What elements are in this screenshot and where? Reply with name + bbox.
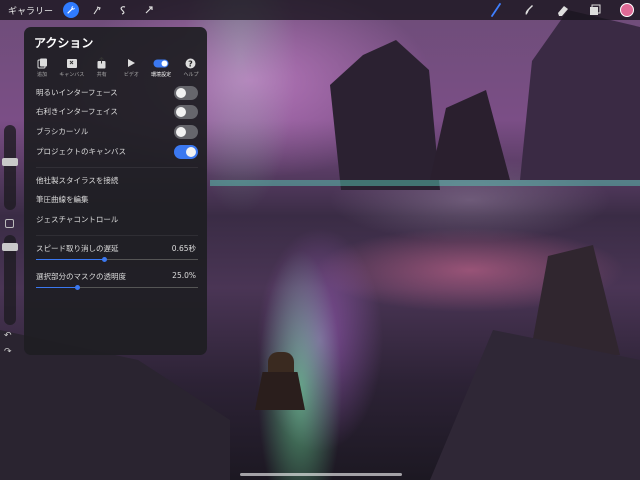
slider-value: 25.0%	[172, 271, 196, 280]
opacity-thumb[interactable]	[2, 243, 18, 251]
slider-knob[interactable]	[74, 285, 80, 290]
slider-fill	[36, 287, 77, 288]
right-hand-interface-toggle[interactable]	[174, 104, 198, 119]
add-icon	[37, 57, 48, 69]
eraser-icon[interactable]	[554, 2, 570, 18]
mask-opacity-setting: 選択部分のマスクの透明度 25.0%	[36, 271, 198, 293]
undo-delay-setting: スピード取り消しの遅延 0.65秒	[36, 243, 198, 265]
mask-opacity-slider[interactable]	[36, 285, 198, 290]
connect-stylus-link[interactable]: 他社製スタイラスを接続	[36, 171, 198, 190]
home-indicator[interactable]	[240, 473, 402, 476]
rock-formation	[330, 40, 440, 190]
gallery-button[interactable]: ギャラリー	[8, 4, 53, 17]
smudge-icon[interactable]	[521, 2, 537, 18]
brush-cursor-row[interactable]: ブラシカーソル	[36, 122, 198, 141]
row-label: ジェスチャコントロール	[36, 215, 119, 224]
tab-label: ヘルプ	[183, 72, 199, 78]
panel-title: アクション	[34, 36, 94, 50]
left-sidebar: ↶ ↷	[0, 115, 20, 357]
light-interface-toggle[interactable]	[174, 85, 198, 100]
tab-share[interactable]: 共有	[90, 57, 114, 78]
canvas-icon	[66, 57, 78, 69]
row-label: 右利きインターフェイス	[36, 107, 118, 116]
modify-button[interactable]	[5, 219, 14, 228]
actions-panel: アクション 追加 キャンバス 共有 ビデオ 環境設定 ? ヘルプ 明るいインター…	[24, 27, 207, 355]
transform-icon[interactable]	[141, 2, 157, 18]
tab-help[interactable]: ? ヘルプ	[179, 57, 203, 78]
brush-icon[interactable]	[488, 2, 504, 18]
tab-label: 共有	[96, 72, 107, 78]
actions-tabs: 追加 キャンバス 共有 ビデオ 環境設定 ? ヘルプ	[30, 57, 203, 78]
rock-formation	[430, 90, 510, 180]
top-toolbar: ギャラリー	[0, 0, 640, 20]
svg-text:?: ?	[189, 59, 194, 68]
brush-size-slider[interactable]	[2, 125, 18, 210]
row-label: 他社製スタイラスを接続	[36, 176, 119, 185]
layers-icon[interactable]	[587, 2, 603, 18]
project-canvas-row[interactable]: プロジェクトのキャンバス	[36, 142, 198, 161]
slider-fill	[36, 259, 105, 260]
selection-icon[interactable]	[115, 2, 131, 18]
adjustments-icon[interactable]	[89, 2, 105, 18]
mist-band	[210, 180, 640, 186]
tab-label: キャンバス	[59, 72, 85, 78]
slider-knob[interactable]	[102, 257, 108, 262]
tab-canvas[interactable]: キャンバス	[59, 57, 85, 78]
row-label: ブラシカーソル	[36, 127, 89, 136]
divider	[36, 167, 198, 168]
tab-video[interactable]: ビデオ	[119, 57, 143, 78]
rock-formation	[530, 245, 620, 355]
tab-preferences[interactable]: 環境設定	[149, 57, 173, 78]
redo-icon[interactable]: ↷	[4, 347, 12, 357]
divider	[36, 235, 198, 236]
wrench-icon[interactable]	[63, 2, 80, 18]
row-label: プロジェクトのキャンバス	[36, 147, 126, 156]
row-label: 選択部分のマスクの透明度	[36, 272, 126, 281]
brush-size-thumb[interactable]	[2, 158, 18, 166]
opacity-slider[interactable]	[2, 235, 18, 325]
color-swatch[interactable]	[620, 3, 634, 17]
tab-label: 環境設定	[151, 72, 172, 78]
undo-delay-slider[interactable]	[36, 257, 198, 262]
undo-icon[interactable]: ↶	[4, 331, 12, 341]
help-icon: ?	[185, 57, 196, 69]
row-label: スピード取り消しの遅延	[36, 244, 119, 253]
prefs-icon	[153, 57, 169, 69]
rock-formation	[520, 10, 640, 180]
slider-value: 0.65秒	[171, 244, 196, 253]
light-interface-row[interactable]: 明るいインターフェース	[36, 83, 198, 102]
brush-cursor-toggle[interactable]	[174, 124, 198, 139]
tab-label: 追加	[36, 72, 47, 78]
gesture-controls-link[interactable]: ジェスチャコントロール	[36, 210, 198, 229]
tab-add[interactable]: 追加	[30, 57, 54, 78]
video-icon	[126, 57, 136, 69]
row-label: 明るいインターフェース	[36, 88, 118, 97]
pressure-curve-link[interactable]: 筆圧曲線を編集	[36, 190, 198, 209]
boat	[255, 372, 305, 410]
right-hand-interface-row[interactable]: 右利きインターフェイス	[36, 102, 198, 121]
share-icon	[96, 57, 107, 69]
row-label: 筆圧曲線を編集	[36, 195, 89, 204]
tab-label: ビデオ	[123, 72, 139, 78]
project-canvas-toggle[interactable]	[174, 144, 198, 159]
